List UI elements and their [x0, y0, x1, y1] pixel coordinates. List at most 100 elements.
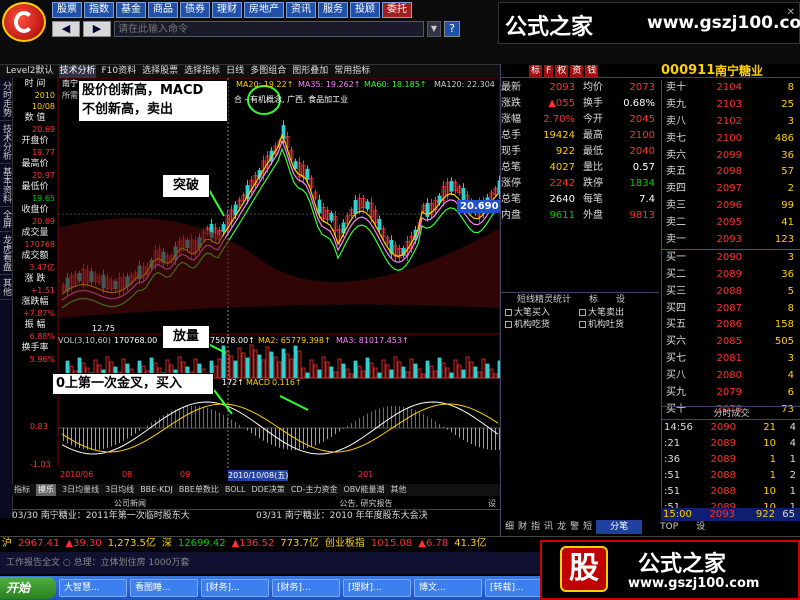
quote-header-button[interactable]: F	[544, 64, 554, 77]
taskbar-task[interactable]: [理财]...	[343, 579, 411, 597]
news-item[interactable]: 03/31 南宁糖业：2010 年年度股东大会决	[256, 510, 500, 522]
news-tab-reports[interactable]: 公告, 研究报告	[248, 498, 484, 509]
ask-row[interactable]: 卖六 2099 36	[662, 148, 800, 165]
quote-footer-tab[interactable]: 指	[531, 520, 540, 534]
quote-header-button[interactable]: 权	[555, 64, 569, 77]
indicator-tab[interactable]: CD-主力资金	[291, 484, 338, 496]
sidebar-tab[interactable]: 全屏	[0, 207, 11, 232]
start-button[interactable]: 开始	[0, 577, 56, 599]
ask-row[interactable]: 卖五 2098 57	[662, 164, 800, 181]
app-logo[interactable]	[2, 2, 46, 42]
quote-footer-tab[interactable]: 讯	[544, 520, 553, 534]
menu-item[interactable]: 债券	[180, 2, 210, 18]
taskbar-task[interactable]: 博文...	[414, 579, 482, 597]
menu-item[interactable]: 委托	[382, 2, 412, 18]
kline-chart[interactable]	[58, 78, 500, 468]
menu-item[interactable]: 股票	[52, 2, 82, 18]
quote-footer-tab[interactable]: 财	[518, 520, 527, 534]
quote-header-button[interactable]: 资	[570, 64, 584, 77]
tab-1[interactable]: 技术分析	[59, 65, 96, 78]
ask-row[interactable]: 卖二 2095 41	[662, 215, 800, 232]
tab-6[interactable]: 多图组合	[250, 65, 286, 78]
sidebar-tab[interactable]: 龙虎看盘	[0, 232, 11, 275]
indicator-tab[interactable]: BBE-KDJ	[140, 484, 173, 496]
tab-2[interactable]: F10资料	[102, 65, 137, 78]
bid-row[interactable]: 买二 2089 36	[662, 267, 800, 284]
indicator-tab[interactable]: 摸乐	[36, 484, 56, 496]
indicator-tab[interactable]: 3日均线	[105, 484, 134, 496]
command-dropdown[interactable]: ▼	[427, 21, 441, 37]
ask-row[interactable]: 卖四 2097 2	[662, 181, 800, 198]
quote-footer-tab[interactable]: 警	[570, 520, 579, 534]
quote-footer-tab[interactable]: 龙	[557, 520, 566, 534]
bid-row[interactable]: 买五 2086 158	[662, 317, 800, 334]
taskbar-task[interactable]: 大智慧...	[59, 579, 127, 597]
quote-footer-tab[interactable]: 短	[583, 520, 592, 534]
quote-header-button[interactable]: 钱	[585, 64, 599, 77]
close-icon[interactable]: ✕	[787, 7, 795, 18]
indicator-tab[interactable]: 3日均量线	[62, 484, 99, 496]
stats-settings-button[interactable]: 设	[616, 293, 625, 307]
stats-inst-sell[interactable]: 机构吐货	[575, 319, 649, 331]
bid-row[interactable]: 买四 2087 8	[662, 301, 800, 318]
bid-row[interactable]: 买七 2081 3	[662, 351, 800, 368]
menu-item[interactable]: 服务	[318, 2, 348, 18]
taskbar-task[interactable]: 看图睡...	[130, 579, 198, 597]
ask-row[interactable]: 卖七 2100 486	[662, 131, 800, 148]
bid-row[interactable]: 买三 2088 5	[662, 284, 800, 301]
indicator-tab[interactable]: 其他	[391, 484, 407, 496]
menu-item[interactable]: 基金	[116, 2, 146, 18]
quote-footer-tab[interactable]: 设	[696, 520, 705, 534]
news-settings[interactable]: 设	[484, 498, 500, 509]
help-button[interactable]: ?	[444, 21, 460, 37]
tab-5[interactable]: 日线	[226, 65, 244, 78]
menu-item[interactable]: 房地产	[244, 2, 284, 18]
indicator-tab[interactable]: BOLL	[225, 484, 246, 496]
quote-footer-tab[interactable]: 细	[505, 520, 514, 534]
ask-row[interactable]: 卖九 2103 25	[662, 97, 800, 114]
command-input[interactable]	[114, 21, 424, 37]
menu-item[interactable]: 资讯	[286, 2, 316, 18]
quote-header-button[interactable]: 标	[529, 64, 543, 77]
tab-7[interactable]: 图形叠加	[292, 65, 328, 78]
stats-big-buy[interactable]: 大笔买入	[501, 307, 575, 319]
ask-row[interactable]: 卖一 2093 123	[662, 232, 800, 249]
tab-3[interactable]: 选择股票	[142, 65, 178, 78]
kline-chart-area[interactable]: 南宁 所需 MA20: 19.22↑ MA35: 19.262↑ MA60: 1…	[58, 78, 500, 468]
tab-4[interactable]: 选择指标	[184, 65, 220, 78]
sidebar-tab[interactable]: 基本资料	[0, 164, 11, 207]
menu-item[interactable]: 指数	[84, 2, 114, 18]
volume-bar	[413, 363, 418, 379]
indicator-tab[interactable]: 指标	[14, 484, 30, 496]
sidebar-tab[interactable]: 分时走势	[0, 78, 11, 121]
stats-inst-buy[interactable]: 机构吃货	[501, 319, 575, 331]
bid-row[interactable]: 买九 2079 6	[662, 385, 800, 402]
menu-item[interactable]: 商品	[148, 2, 178, 18]
quote-footer-tab[interactable]: TOP	[646, 520, 692, 534]
quote-label: 换手	[583, 98, 603, 109]
quote-footer-tab[interactable]: 分笔	[596, 520, 643, 534]
ask-row[interactable]: 卖八 2102 3	[662, 114, 800, 131]
bid-row[interactable]: 买六 2085 505	[662, 334, 800, 351]
sidebar-tab[interactable]: 其他	[0, 275, 11, 300]
taskbar-task[interactable]: [财务]...	[201, 579, 269, 597]
bid-row[interactable]: 买八 2080 4	[662, 368, 800, 385]
indicator-tab[interactable]: DDE决策	[251, 484, 284, 496]
indicator-tab[interactable]: BBE单数比	[179, 484, 219, 496]
menu-item[interactable]: 理财	[212, 2, 242, 18]
bid-row[interactable]: 买一 2090 3	[662, 250, 800, 267]
taskbar-task[interactable]: [财务]...	[272, 579, 340, 597]
news-item[interactable]: 03/30 南宁糖业：2011年第一次临时股东大	[12, 510, 256, 522]
back-button[interactable]: ◀	[52, 21, 80, 37]
ask-row[interactable]: 卖三 2096 99	[662, 198, 800, 215]
news-tab-company[interactable]: 公司新闻	[12, 498, 248, 509]
ask-row[interactable]: 卖十 2104 8	[662, 80, 800, 97]
menu-item[interactable]: 投顾	[350, 2, 380, 18]
tab-0[interactable]: Level2默认	[6, 65, 53, 78]
sidebar-tab[interactable]: 技术分析	[0, 121, 11, 164]
indicator-tab[interactable]: OBV能量潮	[343, 484, 384, 496]
stats-mark-button[interactable]: 标	[589, 293, 598, 307]
forward-button[interactable]: ▶	[83, 21, 111, 37]
stats-big-sell[interactable]: 大笔卖出	[575, 307, 649, 319]
tab-8[interactable]: 常用指标	[334, 65, 370, 78]
